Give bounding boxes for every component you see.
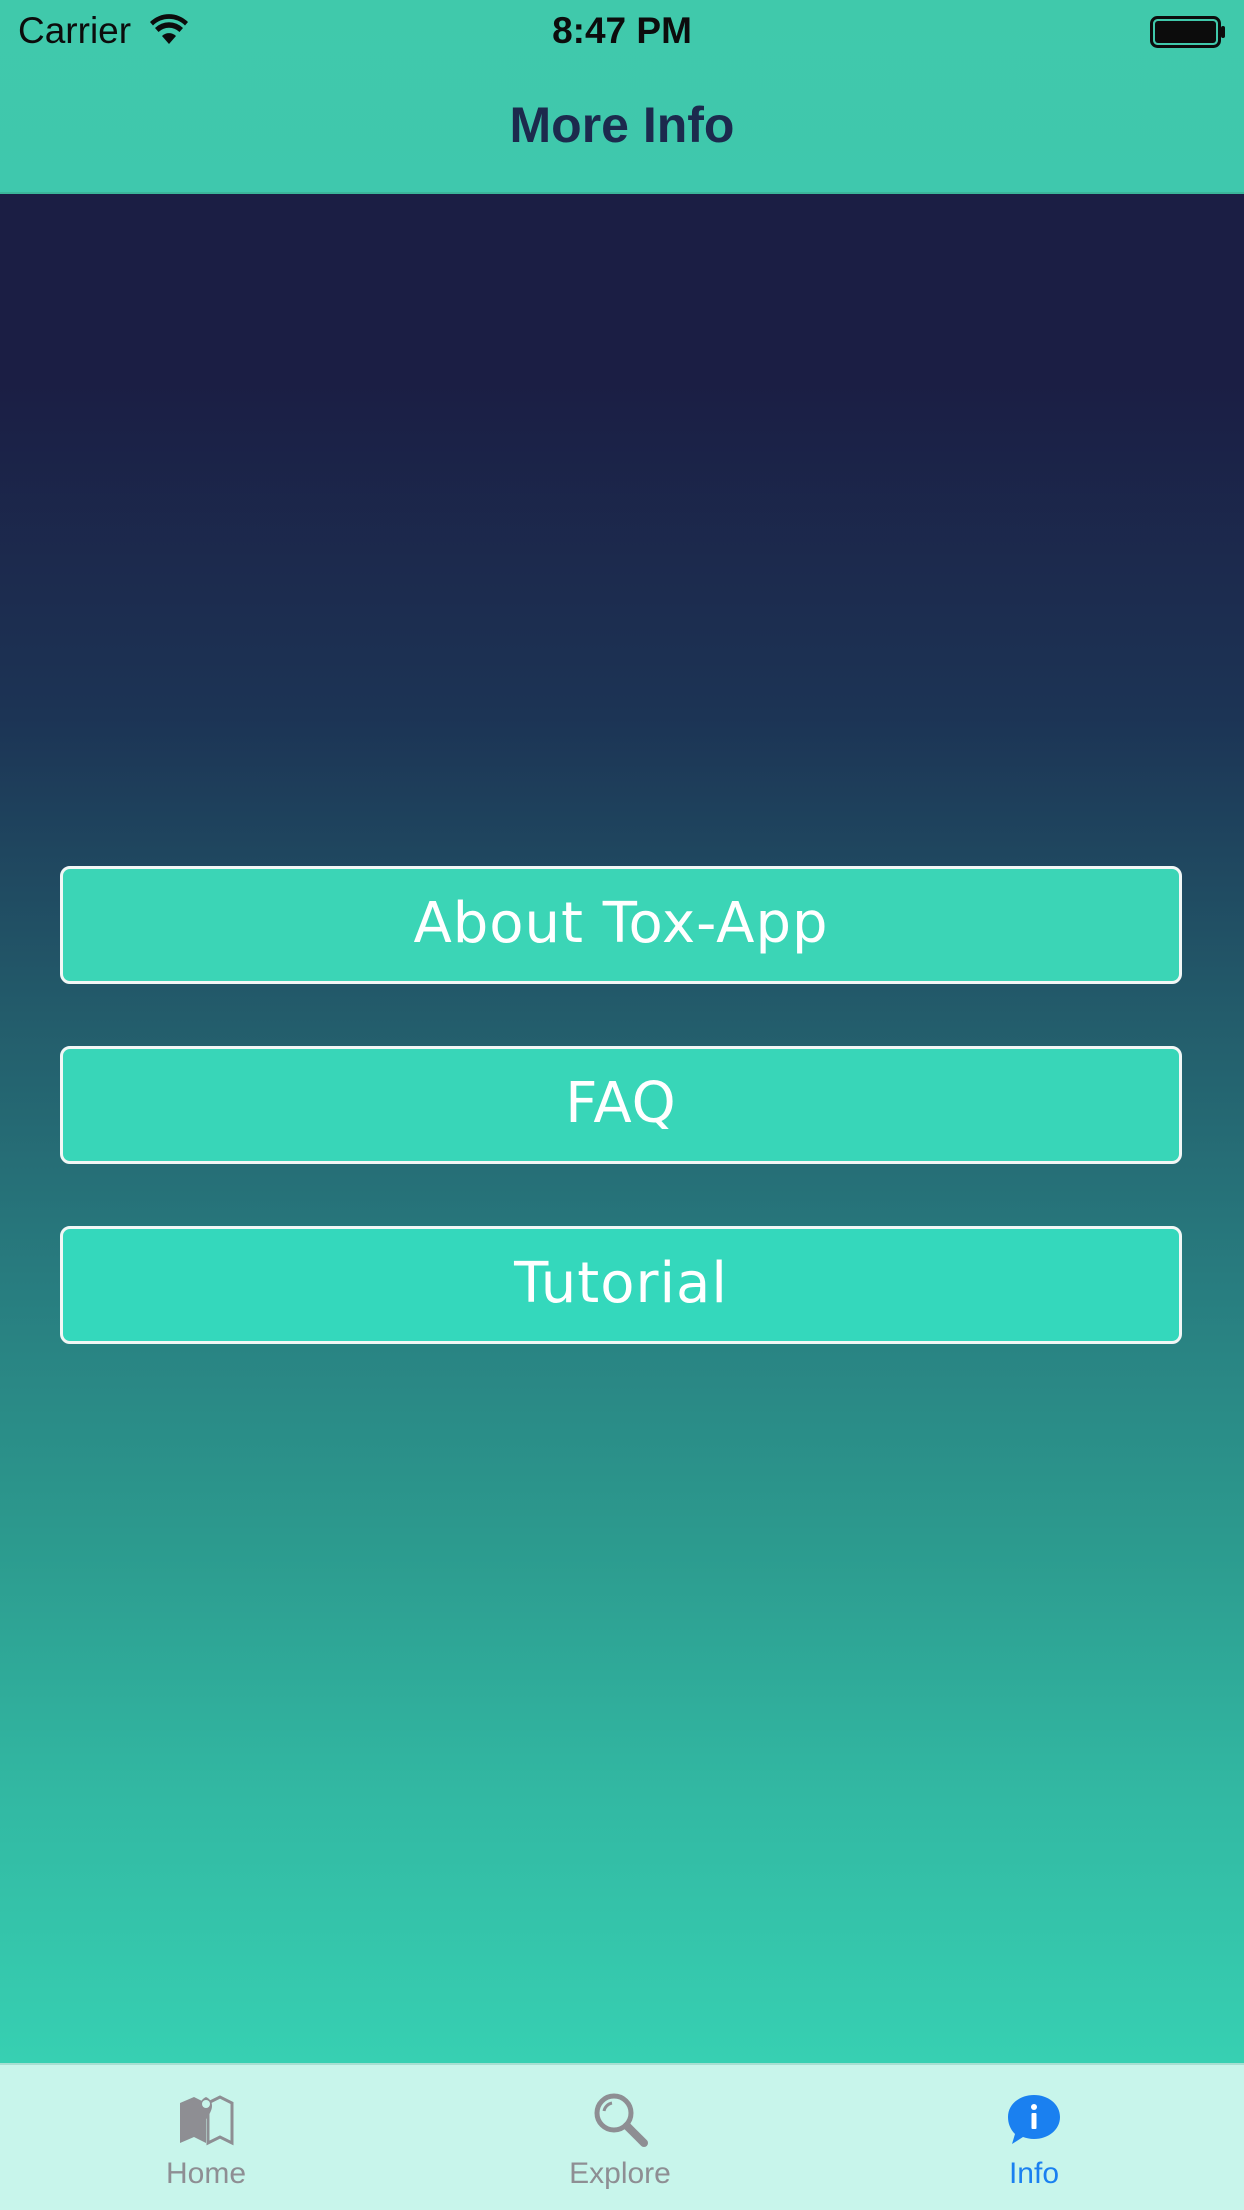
page-title: More Info — [509, 97, 735, 153]
search-icon — [594, 2093, 648, 2147]
main-content: About Tox-App FAQ Tutorial — [0, 194, 1244, 2063]
tab-home-label: Home — [165, 2157, 247, 2190]
tab-bar: Home Explore Info — [0, 2063, 1244, 2210]
info-bubble-icon — [1008, 2095, 1060, 2144]
tutorial-button[interactable]: Tutorial — [60, 1226, 1182, 1344]
tab-info-label: Info — [1008, 2157, 1060, 2190]
tab-explore-label: Explore — [569, 2157, 671, 2190]
navigation-header: Carrier 8:47 PM More Info — [0, 0, 1244, 194]
status-time: 8:47 PM — [552, 10, 692, 51]
about-tox-app-button[interactable]: About Tox-App — [60, 866, 1182, 984]
tab-explore[interactable]: Explore — [470, 2065, 770, 2210]
more-info-screen: Carrier 8:47 PM More Info About Tox-App … — [0, 0, 1244, 2210]
map-pin-icon — [180, 2095, 234, 2146]
tab-home[interactable]: Home — [56, 2065, 356, 2210]
battery-icon — [1150, 16, 1225, 48]
faq-button[interactable]: FAQ — [60, 1046, 1182, 1164]
tab-info[interactable]: Info — [884, 2065, 1184, 2210]
